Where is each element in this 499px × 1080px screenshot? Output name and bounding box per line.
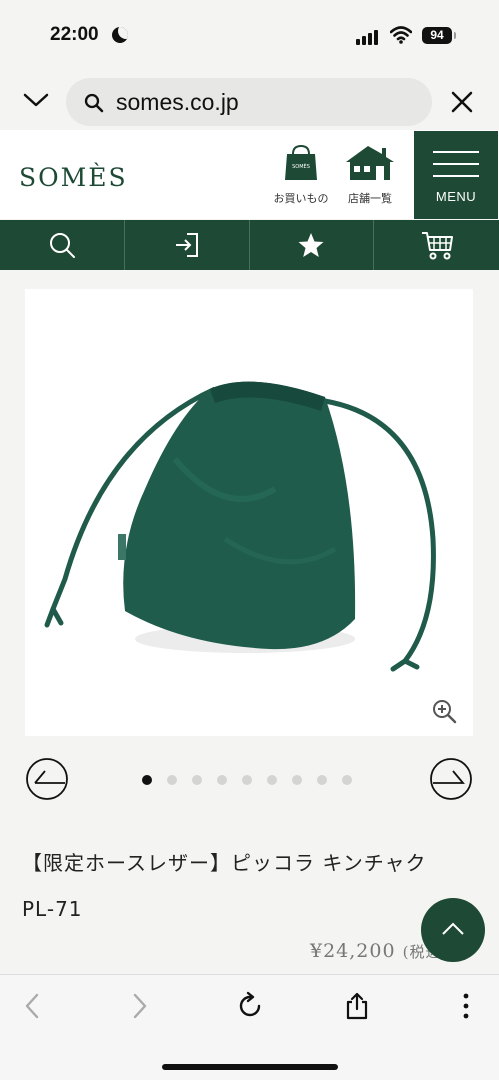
hamburger-line — [433, 163, 479, 165]
nav-favorites-button[interactable] — [250, 220, 375, 270]
cart-icon — [421, 232, 453, 260]
menu-label: MENU — [435, 189, 477, 204]
back-to-top-button[interactable] — [421, 898, 485, 962]
hamburger-line — [433, 175, 479, 177]
carousel-next-button[interactable] — [429, 757, 473, 801]
carousel-dot[interactable] — [342, 775, 352, 785]
star-icon — [298, 233, 324, 257]
browser-address-row: somes.co.jp — [0, 72, 499, 130]
back-arrow-icon[interactable] — [18, 991, 48, 1021]
carousel-prev-button[interactable] — [25, 757, 69, 801]
focus-moon-icon — [112, 27, 128, 43]
nav-login-button[interactable] — [125, 220, 250, 270]
wifi-icon — [390, 26, 412, 44]
share-icon[interactable] — [342, 991, 372, 1021]
address-bar[interactable]: somes.co.jp — [66, 78, 432, 126]
nav-cart-button[interactable] — [374, 220, 499, 270]
shopping-bag-icon: SOMÈS — [285, 144, 317, 180]
nav-search-button[interactable] — [0, 220, 125, 270]
reload-icon[interactable] — [235, 991, 265, 1021]
login-icon — [175, 233, 198, 257]
stores-label: 店舗一覧 — [348, 192, 392, 205]
product-image[interactable] — [25, 289, 473, 736]
chevron-down-icon[interactable] — [22, 90, 50, 110]
search-icon — [84, 93, 104, 113]
hamburger-line — [433, 151, 479, 153]
bag-logo-text: SOMÈS — [292, 162, 310, 170]
clock: 22:00 — [50, 24, 99, 45]
carousel-dot[interactable] — [317, 775, 327, 785]
carousel-dot[interactable] — [142, 775, 152, 785]
carousel-dot[interactable] — [292, 775, 302, 785]
forward-arrow-icon[interactable] — [124, 991, 154, 1021]
shopping-link[interactable]: SOMÈS お買いもの — [261, 142, 341, 206]
cellular-signal-icon — [356, 29, 378, 45]
chevron-up-icon — [442, 922, 464, 935]
home-indicator — [162, 1064, 338, 1070]
battery-indicator: 94 — [422, 27, 456, 44]
product-title: 【限定ホースレザー】ピッコラ キンチャク PL-71 — [22, 851, 448, 921]
status-bar: 22:00 94 — [0, 0, 499, 72]
site-nav-bar — [0, 220, 499, 270]
store-icon — [346, 146, 394, 180]
close-icon[interactable] — [448, 88, 476, 116]
shopping-label: お買いもの — [273, 192, 329, 205]
carousel-dot[interactable] — [242, 775, 252, 785]
search-icon — [49, 233, 75, 258]
url-text: somes.co.jp — [116, 89, 239, 115]
carousel-dot[interactable] — [267, 775, 277, 785]
carousel-dots — [142, 775, 352, 785]
site-header: SOMÈS SOMÈS お買いもの 店舗一覧 MENU — [0, 130, 499, 219]
carousel-dot[interactable] — [192, 775, 202, 785]
site-logo[interactable]: SOMÈS — [19, 163, 128, 192]
stores-link[interactable]: 店舗一覧 — [330, 142, 410, 206]
carousel-dot[interactable] — [167, 775, 177, 785]
more-options-icon[interactable] — [451, 991, 481, 1021]
carousel-dot[interactable] — [217, 775, 227, 785]
price-value: ¥24,200 — [310, 940, 396, 962]
menu-button[interactable]: MENU — [414, 131, 498, 219]
drawstring-pouch-image — [44, 381, 436, 672]
zoom-in-icon[interactable] — [430, 697, 458, 725]
